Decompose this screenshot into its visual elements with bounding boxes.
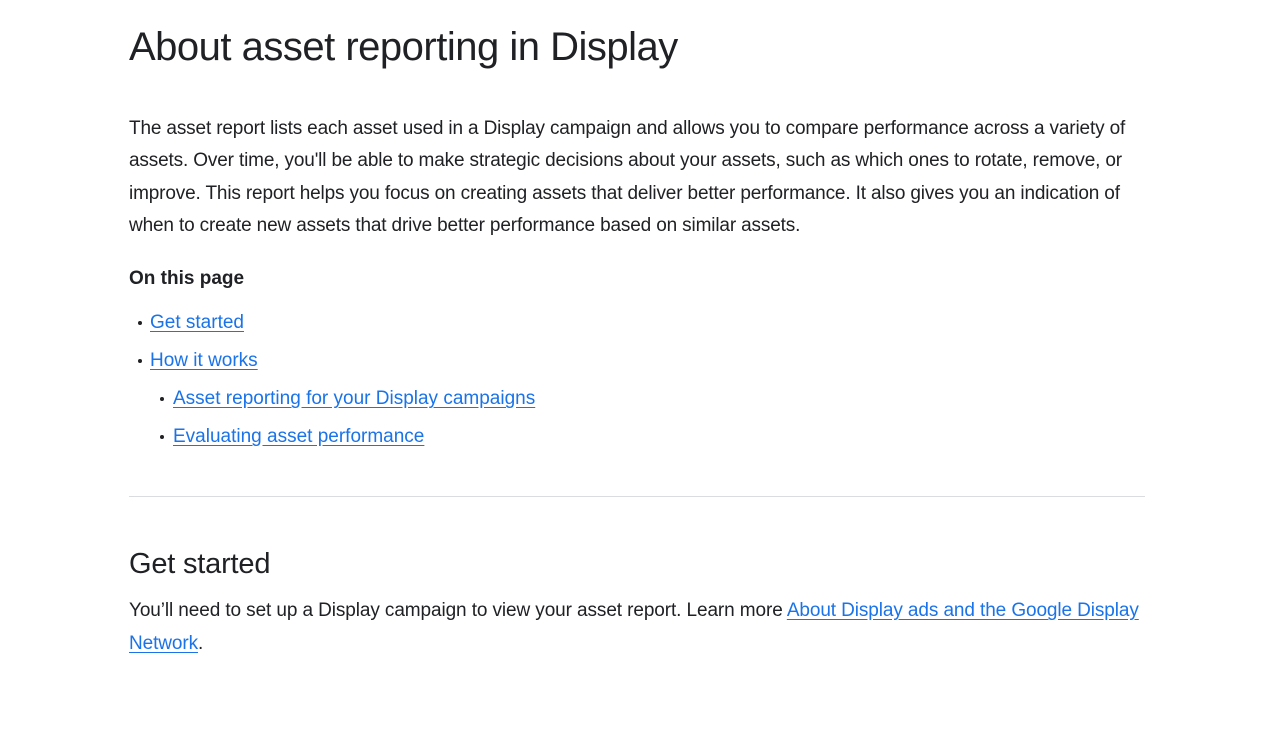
toc-item: Asset reporting for your Display campaig… bbox=[129, 380, 1145, 418]
page-title: About asset reporting in Display bbox=[129, 25, 678, 69]
toc-link-evaluating-asset-performance[interactable]: Evaluating asset performance bbox=[173, 426, 424, 447]
paragraph-text-before-link: You’ll need to set up a Display campaign… bbox=[129, 600, 787, 622]
toc-item: Get started bbox=[129, 304, 1145, 342]
toc-link-how-it-works[interactable]: How it works bbox=[150, 350, 258, 371]
get-started-paragraph: You’ll need to set up a Display campaign… bbox=[129, 594, 1145, 660]
toc-item: Evaluating asset performance bbox=[129, 418, 1145, 456]
section-divider bbox=[129, 496, 1145, 498]
toc-item: How it works bbox=[129, 342, 1145, 380]
help-article: About asset reporting in Display The ass… bbox=[129, 22, 1145, 660]
on-this-page-heading: On this page bbox=[129, 268, 245, 290]
intro-paragraph: The asset report lists each asset used i… bbox=[129, 118, 1126, 236]
toc-list: Get started How it works Asset reporting… bbox=[129, 304, 1145, 456]
toc-link-get-started[interactable]: Get started bbox=[150, 312, 244, 333]
toc-link-asset-reporting-display-campaigns[interactable]: Asset reporting for your Display campaig… bbox=[173, 388, 535, 409]
paragraph-text-after-link: . bbox=[197, 633, 204, 655]
section-heading-get-started: Get started bbox=[129, 548, 271, 581]
